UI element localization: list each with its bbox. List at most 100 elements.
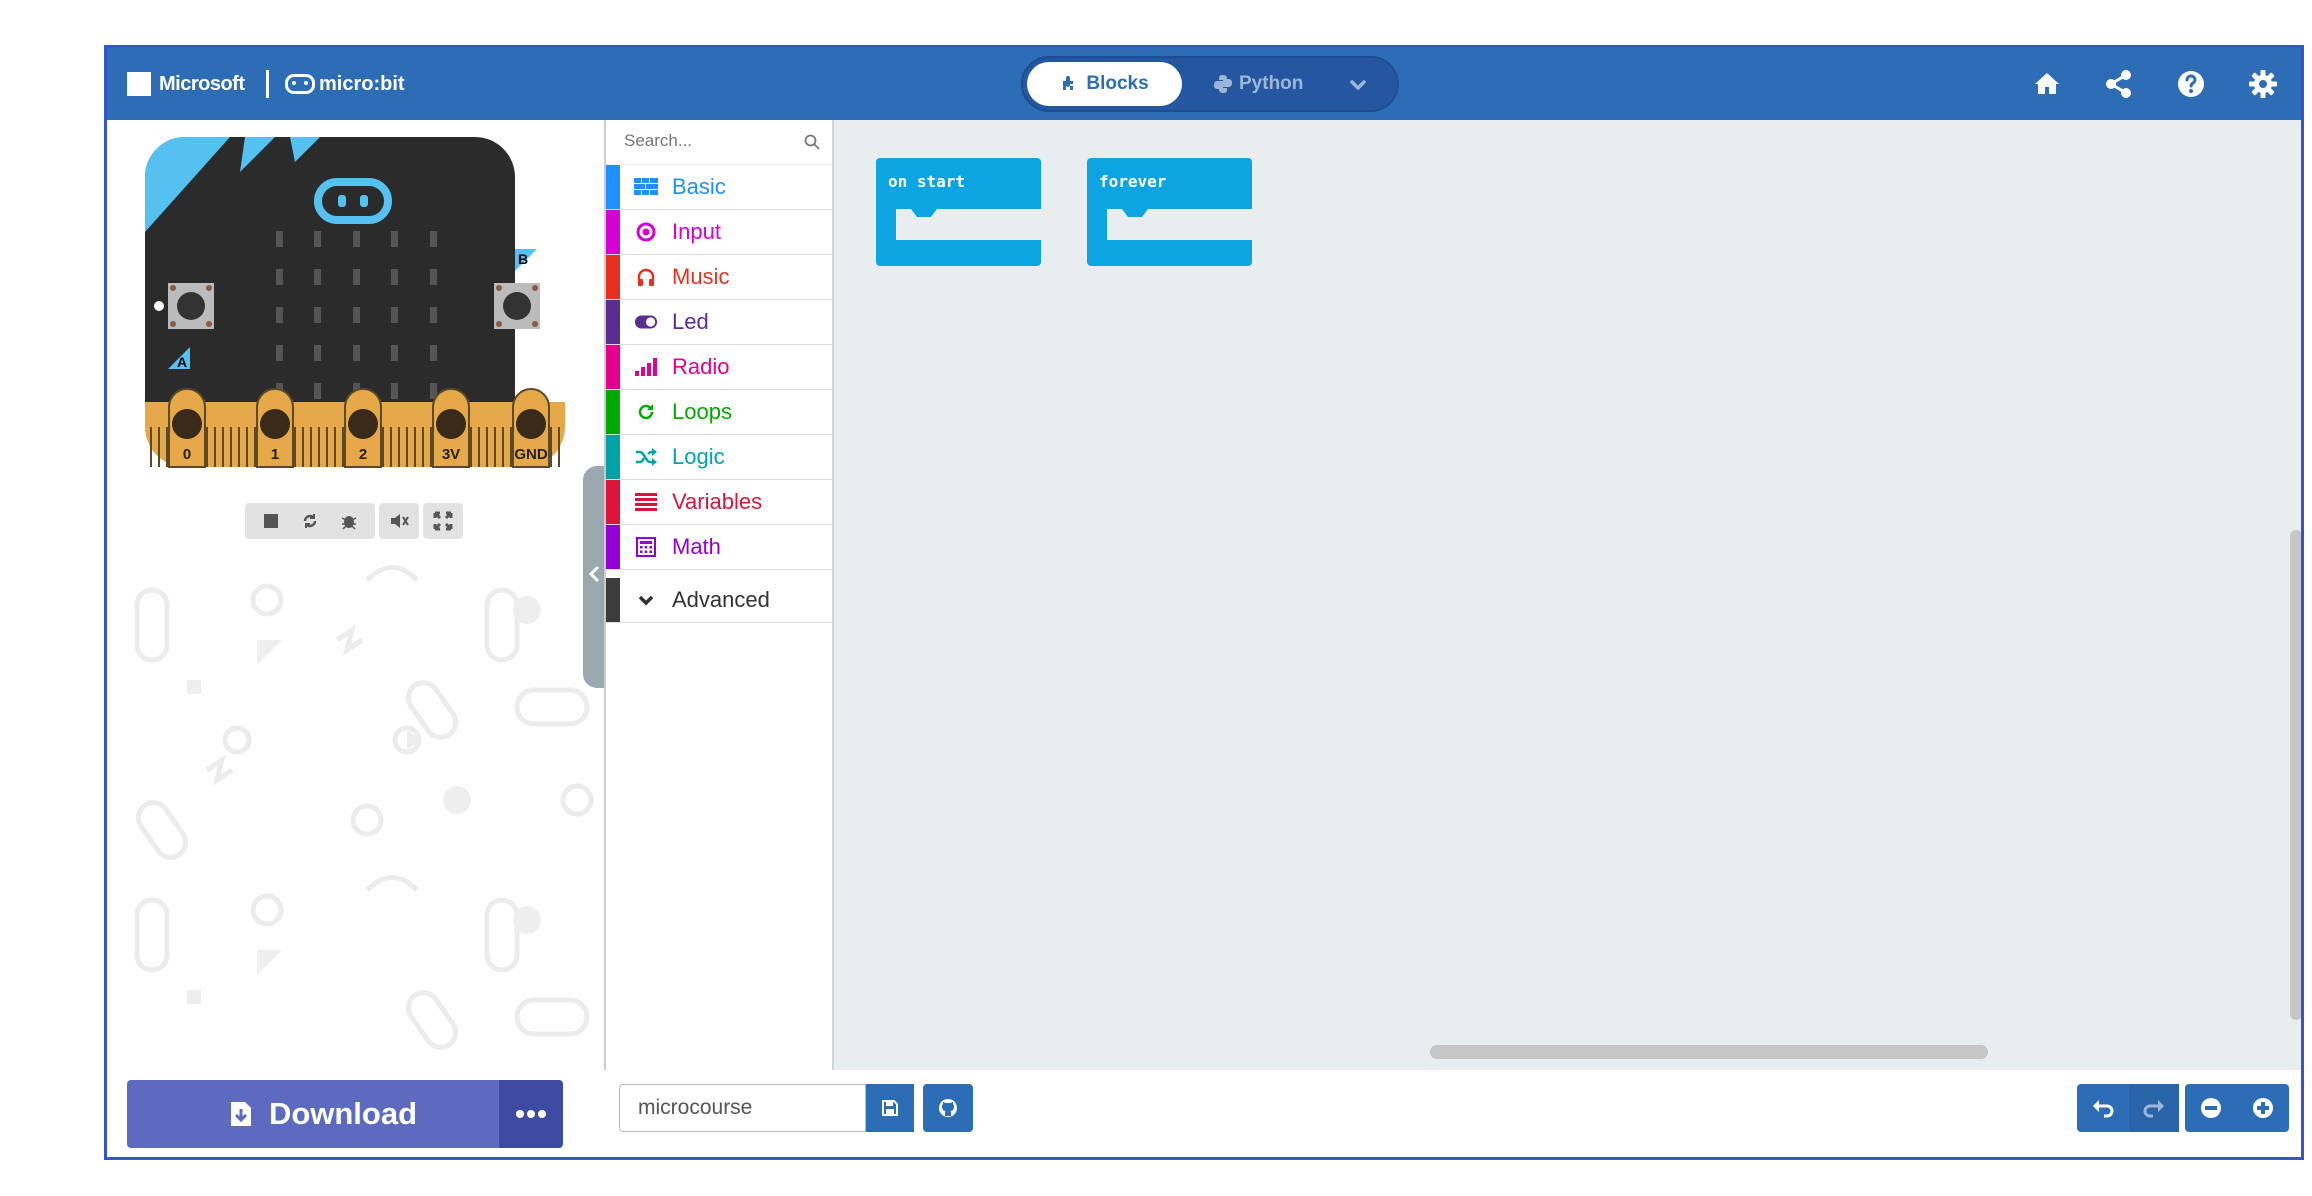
mute-button[interactable] xyxy=(379,503,419,539)
puzzle-icon xyxy=(1063,76,1074,90)
category-basic-label: Basic xyxy=(672,174,726,199)
category-loops[interactable]: Loops xyxy=(606,390,832,435)
forever-statement-slot xyxy=(1107,209,1252,240)
category-variables-label: Variables xyxy=(672,489,763,514)
github-button[interactable] xyxy=(923,1084,973,1132)
forever-block[interactable]: forever xyxy=(1087,158,1252,266)
blocks-workspace[interactable]: on start forever xyxy=(834,120,2301,1070)
microbit-board: A B 0 1 2 3V GND xyxy=(145,137,565,468)
button-a[interactable] xyxy=(168,283,214,329)
horizontal-scrollbar[interactable] xyxy=(1430,1045,1988,1059)
ellipsis-icon xyxy=(516,1110,546,1118)
top-menu-bar: Microsoft micro:bit Blocks Python xyxy=(107,48,2301,120)
tab-python[interactable]: Python xyxy=(1213,62,1313,106)
category-color-bar xyxy=(606,210,620,254)
gear-icon[interactable] xyxy=(2245,66,2281,102)
button-b[interactable] xyxy=(494,283,540,329)
category-color-bar xyxy=(606,480,620,524)
category-music[interactable]: Music xyxy=(606,255,832,300)
calculator-icon xyxy=(634,535,658,559)
editor-bottom-bar: Download xyxy=(107,1070,2301,1157)
restart-icon[interactable] xyxy=(301,512,319,530)
fullscreen-button[interactable] xyxy=(423,503,463,539)
vertical-scrollbar[interactable] xyxy=(2290,530,2301,1020)
pin-0-label: 0 xyxy=(183,446,191,463)
microsoft-square-icon xyxy=(127,72,151,96)
shuffle-icon xyxy=(634,445,658,469)
search-input[interactable] xyxy=(622,130,806,152)
pin-gnd-label: GND xyxy=(514,446,548,463)
button-b-label: B xyxy=(518,251,528,267)
advanced-spacer xyxy=(606,570,832,578)
editor-toggle: Blocks Python xyxy=(1021,56,1399,112)
debug-icon[interactable] xyxy=(341,512,357,530)
pin-1-label: 1 xyxy=(271,446,279,463)
zoom-in-button[interactable] xyxy=(2237,1084,2289,1132)
category-color-bar xyxy=(606,255,620,299)
category-loops-label: Loops xyxy=(672,399,732,424)
save-project-button[interactable] xyxy=(866,1084,914,1132)
block-toolbox: Basic Input Music Led Radio Loops Logic Variabl… xyxy=(604,120,834,1070)
zoom-in-icon xyxy=(2253,1098,2273,1118)
zoom-out-button[interactable] xyxy=(2185,1084,2237,1132)
category-advanced-label: Advanced xyxy=(672,587,770,612)
tab-blocks-label: Blocks xyxy=(1086,73,1149,94)
category-color-bar xyxy=(606,525,620,569)
category-logic[interactable]: Logic xyxy=(606,435,832,480)
search-icon[interactable] xyxy=(804,134,820,150)
category-variables[interactable]: Variables xyxy=(606,480,832,525)
brand-divider xyxy=(266,70,269,98)
category-music-label: Music xyxy=(672,264,730,289)
project-name-input[interactable] xyxy=(619,1084,866,1132)
category-led[interactable]: Led xyxy=(606,300,832,345)
microbit-logo-icon xyxy=(285,74,315,94)
download-label: Download xyxy=(268,1096,418,1131)
category-input[interactable]: Input xyxy=(606,210,832,255)
grid-icon xyxy=(634,175,658,199)
category-basic[interactable]: Basic xyxy=(606,165,832,210)
microsoft-label: Microsoft xyxy=(159,72,245,95)
tab-blocks[interactable]: Blocks xyxy=(1027,62,1182,106)
share-icon[interactable] xyxy=(2101,66,2137,102)
simulator-panel: A B 0 1 2 3V GND xyxy=(107,120,607,1070)
on-start-statement-slot xyxy=(896,209,1041,240)
on-start-label: on start xyxy=(888,172,966,191)
on-start-block[interactable]: on start xyxy=(876,158,1041,266)
stop-icon[interactable] xyxy=(263,513,279,529)
category-advanced[interactable]: Advanced xyxy=(606,578,832,623)
zoom-out-icon xyxy=(2201,1098,2221,1118)
pin-2-label: 2 xyxy=(359,446,367,463)
pin-3v-label: 3V xyxy=(442,446,460,463)
refresh-icon xyxy=(634,400,658,424)
signal-icon xyxy=(634,355,658,379)
download-button[interactable]: Download xyxy=(127,1080,519,1148)
download-more-button[interactable] xyxy=(499,1080,563,1148)
list-icon xyxy=(634,490,658,514)
github-icon xyxy=(939,1099,957,1117)
chevron-down-icon xyxy=(634,588,658,612)
category-input-label: Input xyxy=(672,219,721,244)
home-icon[interactable] xyxy=(2029,66,2065,102)
chevron-left-icon xyxy=(588,565,600,583)
category-math[interactable]: Math xyxy=(606,525,832,570)
microsoft-logo[interactable]: Microsoft xyxy=(127,48,245,120)
category-list: Basic Input Music Led Radio Loops Logic Variabl… xyxy=(606,165,832,570)
sim-controls-group xyxy=(245,503,375,539)
speaker-icon xyxy=(391,514,409,528)
headphones-icon xyxy=(634,265,658,289)
category-radio[interactable]: Radio xyxy=(606,345,832,390)
microbit-label: micro:bit xyxy=(319,72,405,95)
target-icon xyxy=(634,220,658,244)
tab-python-label: Python xyxy=(1239,73,1304,94)
undo-button[interactable] xyxy=(2077,1084,2129,1132)
microbit-logo[interactable]: micro:bit xyxy=(285,48,405,120)
chevron-down-icon[interactable] xyxy=(1345,72,1371,98)
button-a-label: A xyxy=(177,354,187,370)
redo-button[interactable] xyxy=(2129,1084,2179,1132)
python-icon xyxy=(1214,75,1232,93)
category-color-bar xyxy=(606,390,620,434)
category-logic-label: Logic xyxy=(672,444,725,469)
category-color-bar xyxy=(606,345,620,389)
download-icon xyxy=(230,1102,251,1126)
help-icon[interactable] xyxy=(2173,66,2209,102)
